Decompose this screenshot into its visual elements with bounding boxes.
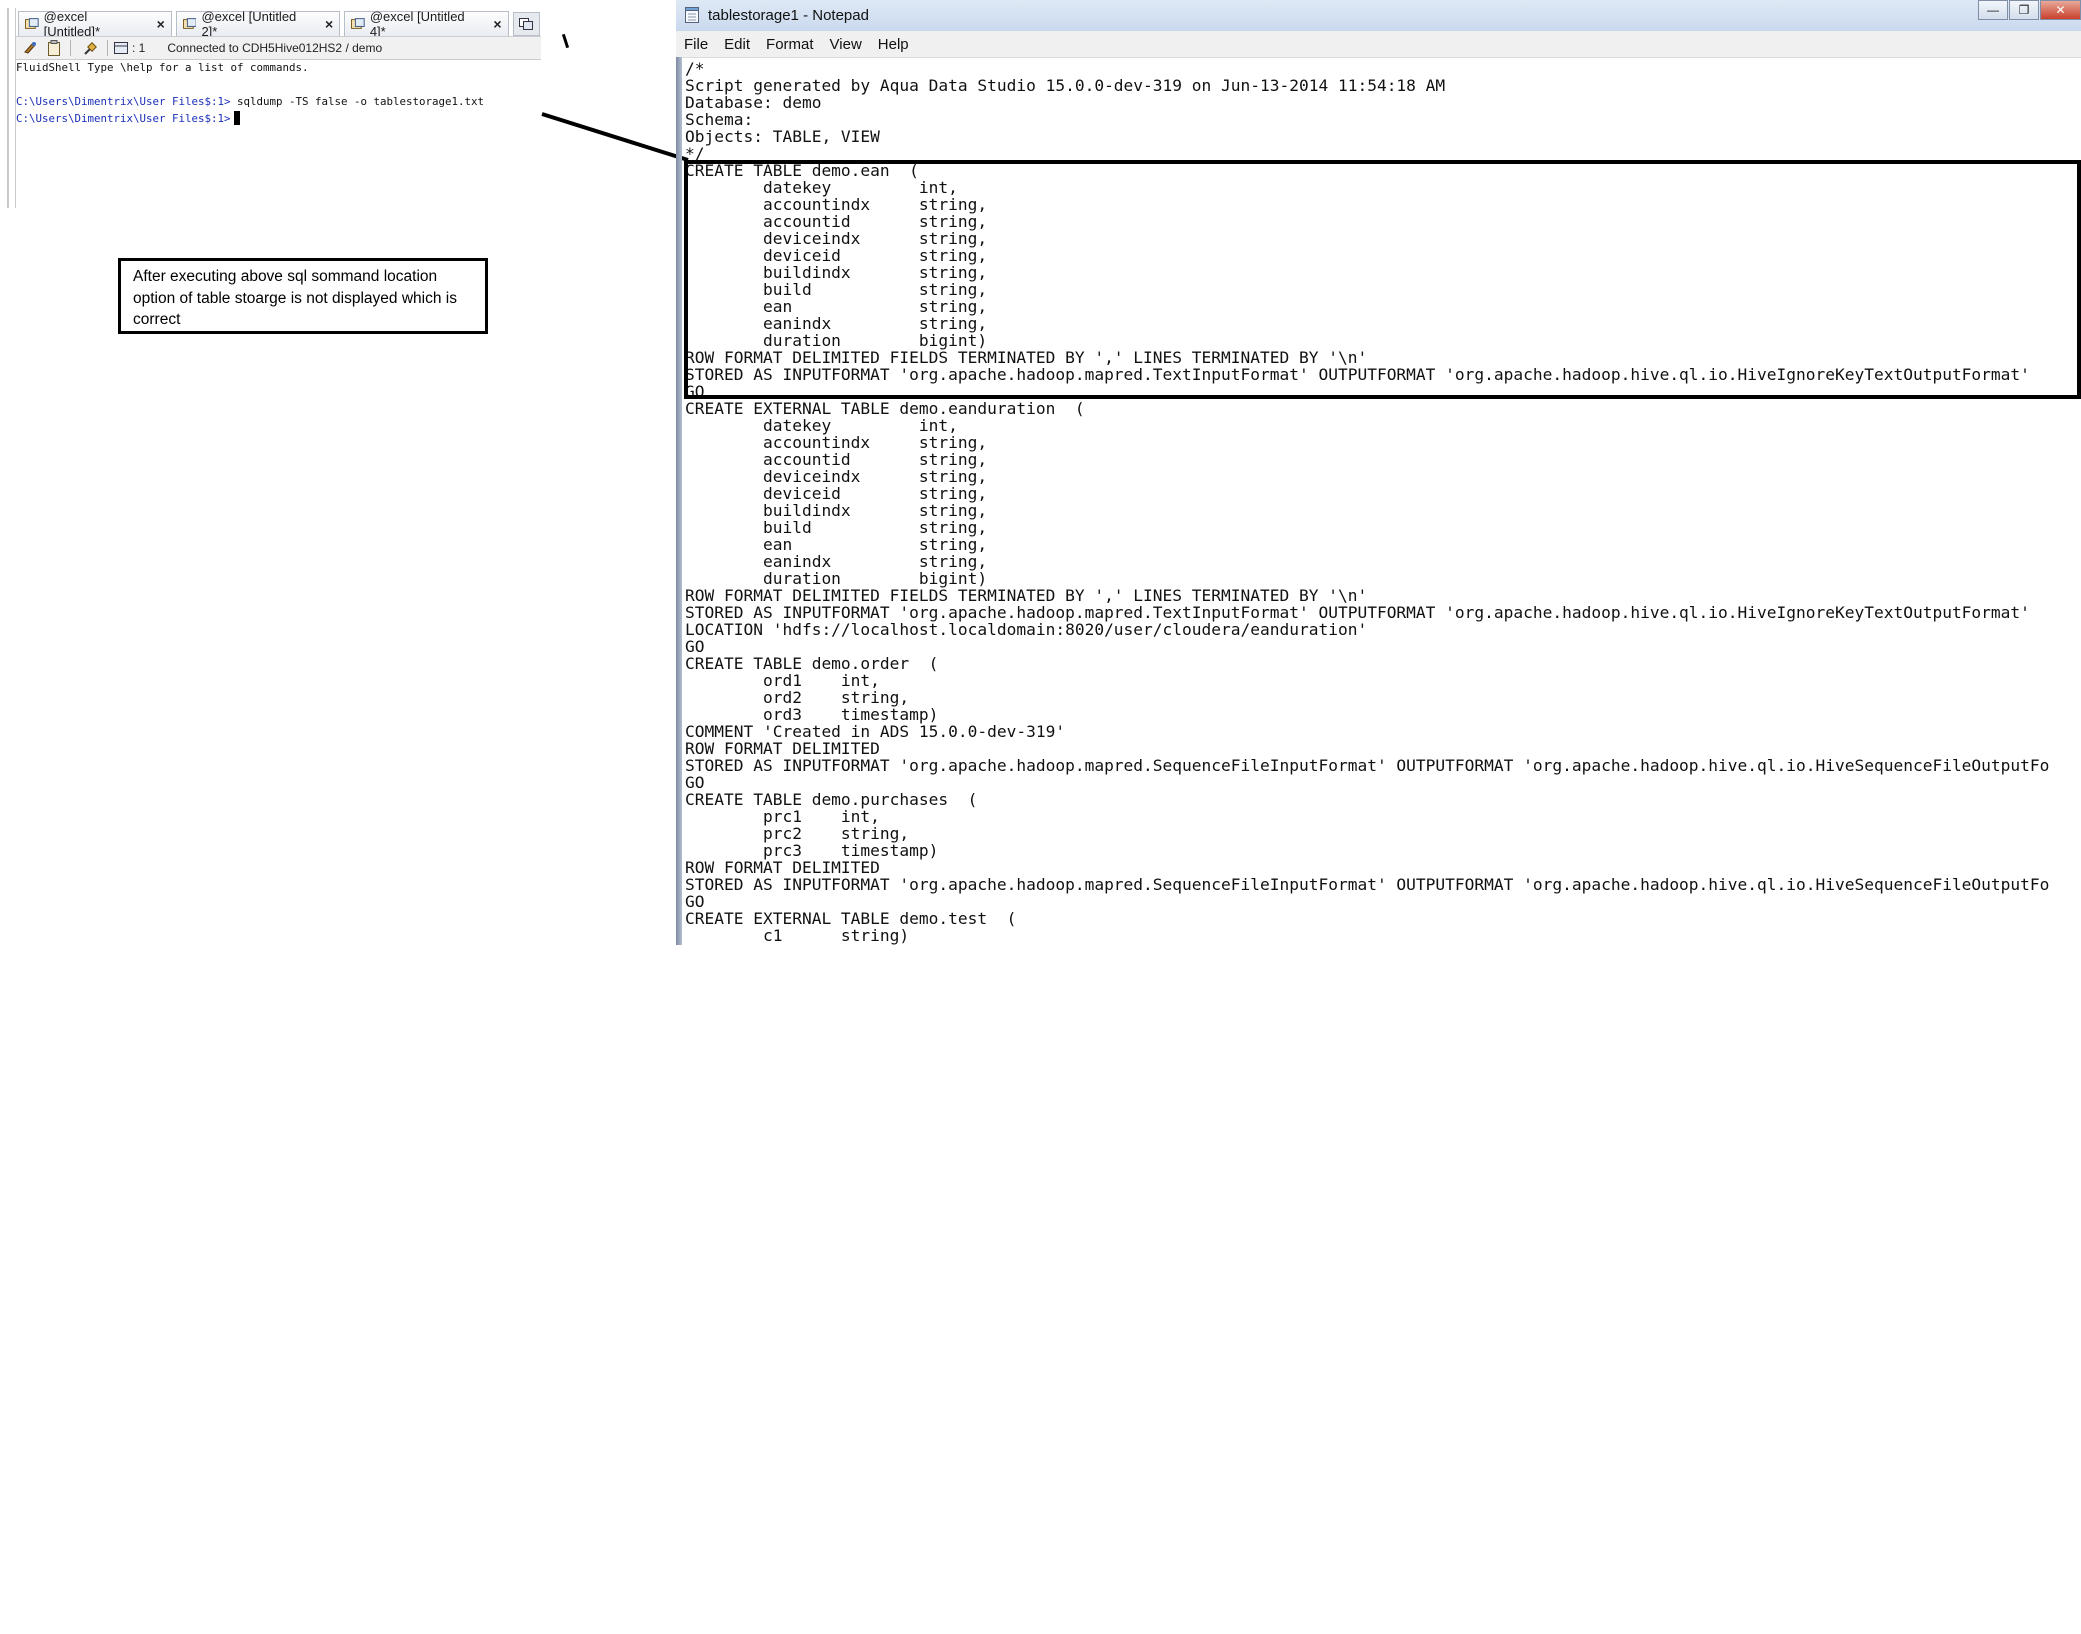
tab-excel-untitled-2[interactable]: @excel [Untitled 2]* × xyxy=(175,9,341,39)
text-line: LOCATION 'hdfs://localhost.localdomain:8… xyxy=(685,620,1368,639)
text-line: ean string, xyxy=(685,535,988,554)
text-line: buildindx string, xyxy=(685,501,988,520)
text-line: deviceid string, xyxy=(685,484,988,503)
text-line: accountid string, xyxy=(685,450,988,469)
text-line: deviceindx string, xyxy=(685,467,988,486)
toolbar-separator xyxy=(70,40,71,56)
editor-tab-strip: @excel [Untitled]* × @excel [Untitled 2]… xyxy=(18,8,540,39)
text-line: eanindx string, xyxy=(685,552,988,571)
panel-left-edge xyxy=(7,8,16,208)
server-icon xyxy=(114,42,128,54)
text-line: STORED AS INPUTFORMAT 'org.apache.hadoop… xyxy=(685,756,2050,775)
text-line: STORED AS INPUTFORMAT 'org.apache.hadoop… xyxy=(685,603,2030,622)
text-line: Database: demo xyxy=(685,93,822,112)
fluidshell-panel: @excel [Untitled]* × @excel [Untitled 2]… xyxy=(0,0,541,210)
console-line: C:\Users\Dimentrix\User Files$:1> sqldum… xyxy=(16,93,541,110)
text-cursor xyxy=(233,111,240,125)
tab-list-button[interactable] xyxy=(512,12,540,36)
text-line: Schema: xyxy=(685,110,754,129)
close-tab-icon[interactable]: × xyxy=(325,16,333,32)
text-line: prc1 int, xyxy=(685,807,880,826)
annotation-box: After executing above sql sommand locati… xyxy=(118,258,488,334)
script-tab-icon xyxy=(182,18,197,29)
toolbar-separator xyxy=(107,40,108,56)
menu-view[interactable]: View xyxy=(822,36,870,53)
text-line: c1 string) xyxy=(685,926,910,945)
clipboard-icon xyxy=(48,40,60,56)
close-tab-icon[interactable]: × xyxy=(493,16,501,32)
maximize-icon: ❐ xyxy=(2018,3,2030,17)
text-line: ROW FORMAT DELIMITED xyxy=(685,858,880,877)
execute-icon xyxy=(24,42,36,54)
shell-console[interactable]: FluidShell Type \help for a list of comm… xyxy=(16,59,541,209)
text-line: CREATE TABLE demo.order ( xyxy=(685,654,939,673)
text-line: CREATE EXTERNAL TABLE demo.eanduration ( xyxy=(685,399,1085,418)
menu-help[interactable]: Help xyxy=(870,36,917,53)
text-line: datekey int, xyxy=(685,416,958,435)
close-tab-icon[interactable]: × xyxy=(157,16,165,32)
tab-excel-untitled[interactable]: @excel [Untitled]* × xyxy=(18,9,172,39)
text-line: GO xyxy=(685,892,705,911)
plug-icon xyxy=(84,42,97,55)
tab-label: @excel [Untitled]* xyxy=(43,9,101,39)
console-prompt: C:\Users\Dimentrix\User Files$:1> xyxy=(16,112,231,125)
notepad-icon xyxy=(685,7,699,23)
text-line: GO xyxy=(685,637,705,656)
line-count: : 1 xyxy=(132,41,146,55)
console-line: FluidShell Type \help for a list of comm… xyxy=(16,61,309,74)
text-line: ord2 string, xyxy=(685,688,910,707)
execute-button[interactable] xyxy=(20,39,40,57)
console-prompt: C:\Users\Dimentrix\User Files$:1> xyxy=(16,95,231,108)
menu-format[interactable]: Format xyxy=(758,36,822,53)
maximize-button[interactable]: ❐ xyxy=(2009,0,2039,20)
notepad-menu-bar: File Edit Format View Help xyxy=(676,31,2081,58)
tab-label: @excel [Untitled 2]* xyxy=(201,9,297,39)
minimize-icon: — xyxy=(1987,3,1999,17)
close-button[interactable]: ✕ xyxy=(2040,0,2081,20)
shell-toolbar: : 1 Connected to CDH5Hive012HS2 / demo xyxy=(16,36,541,60)
notepad-window: tablestorage1 - Notepad — ❐ ✕ File Edit … xyxy=(676,0,2081,945)
tab-label: @excel [Untitled 4]* xyxy=(369,9,465,39)
text-line: duration bigint) xyxy=(685,569,988,588)
console-line: C:\Users\Dimentrix\User Files$:1> xyxy=(16,110,541,127)
text-line: prc2 string, xyxy=(685,824,910,843)
text-line: STORED AS INPUTFORMAT 'org.apache.hadoop… xyxy=(685,875,2050,894)
menu-edit[interactable]: Edit xyxy=(716,36,758,53)
text-line: ord1 int, xyxy=(685,671,880,690)
minimize-button[interactable]: — xyxy=(1978,0,2008,20)
text-line: ROW FORMAT DELIMITED FIELDS TERMINATED B… xyxy=(685,586,1368,605)
text-line: prc3 timestamp) xyxy=(685,841,939,860)
text-line: CREATE TABLE demo.purchases ( xyxy=(685,790,978,809)
menu-file[interactable]: File xyxy=(676,36,716,53)
highlight-box xyxy=(684,160,2081,399)
notepad-title-bar: tablestorage1 - Notepad — ❐ ✕ xyxy=(676,0,2081,31)
stray-mark xyxy=(561,33,570,49)
text-line: COMMENT 'Created in ADS 15.0.0-dev-319' xyxy=(685,722,1066,741)
script-tab-icon xyxy=(25,18,39,29)
text-line: ROW FORMAT DELIMITED xyxy=(685,739,880,758)
window-title: tablestorage1 - Notepad xyxy=(708,7,869,24)
windows-list-icon xyxy=(519,18,534,30)
text-line: ord3 timestamp) xyxy=(685,705,939,724)
text-line: Objects: TABLE, VIEW xyxy=(685,127,880,146)
console-command: sqldump -TS false -o tablestorage1.txt xyxy=(230,95,485,108)
connection-status: Connected to CDH5Hive012HS2 / demo xyxy=(167,41,383,55)
text-line: GO xyxy=(685,773,705,792)
text-line: CREATE EXTERNAL TABLE demo.test ( xyxy=(685,909,1017,928)
tab-excel-untitled-4[interactable]: @excel [Untitled 4]* × xyxy=(344,9,509,39)
close-icon: ✕ xyxy=(2055,3,2066,17)
text-line: build string, xyxy=(685,518,988,537)
clear-button[interactable] xyxy=(44,39,64,57)
text-line: accountindx string, xyxy=(685,433,988,452)
text-line: Script generated by Aqua Data Studio 15.… xyxy=(685,76,1446,95)
window-left-edge xyxy=(676,57,682,945)
script-tab-icon xyxy=(351,18,365,29)
connect-button[interactable] xyxy=(81,39,101,57)
text-line: /* xyxy=(685,60,705,78)
